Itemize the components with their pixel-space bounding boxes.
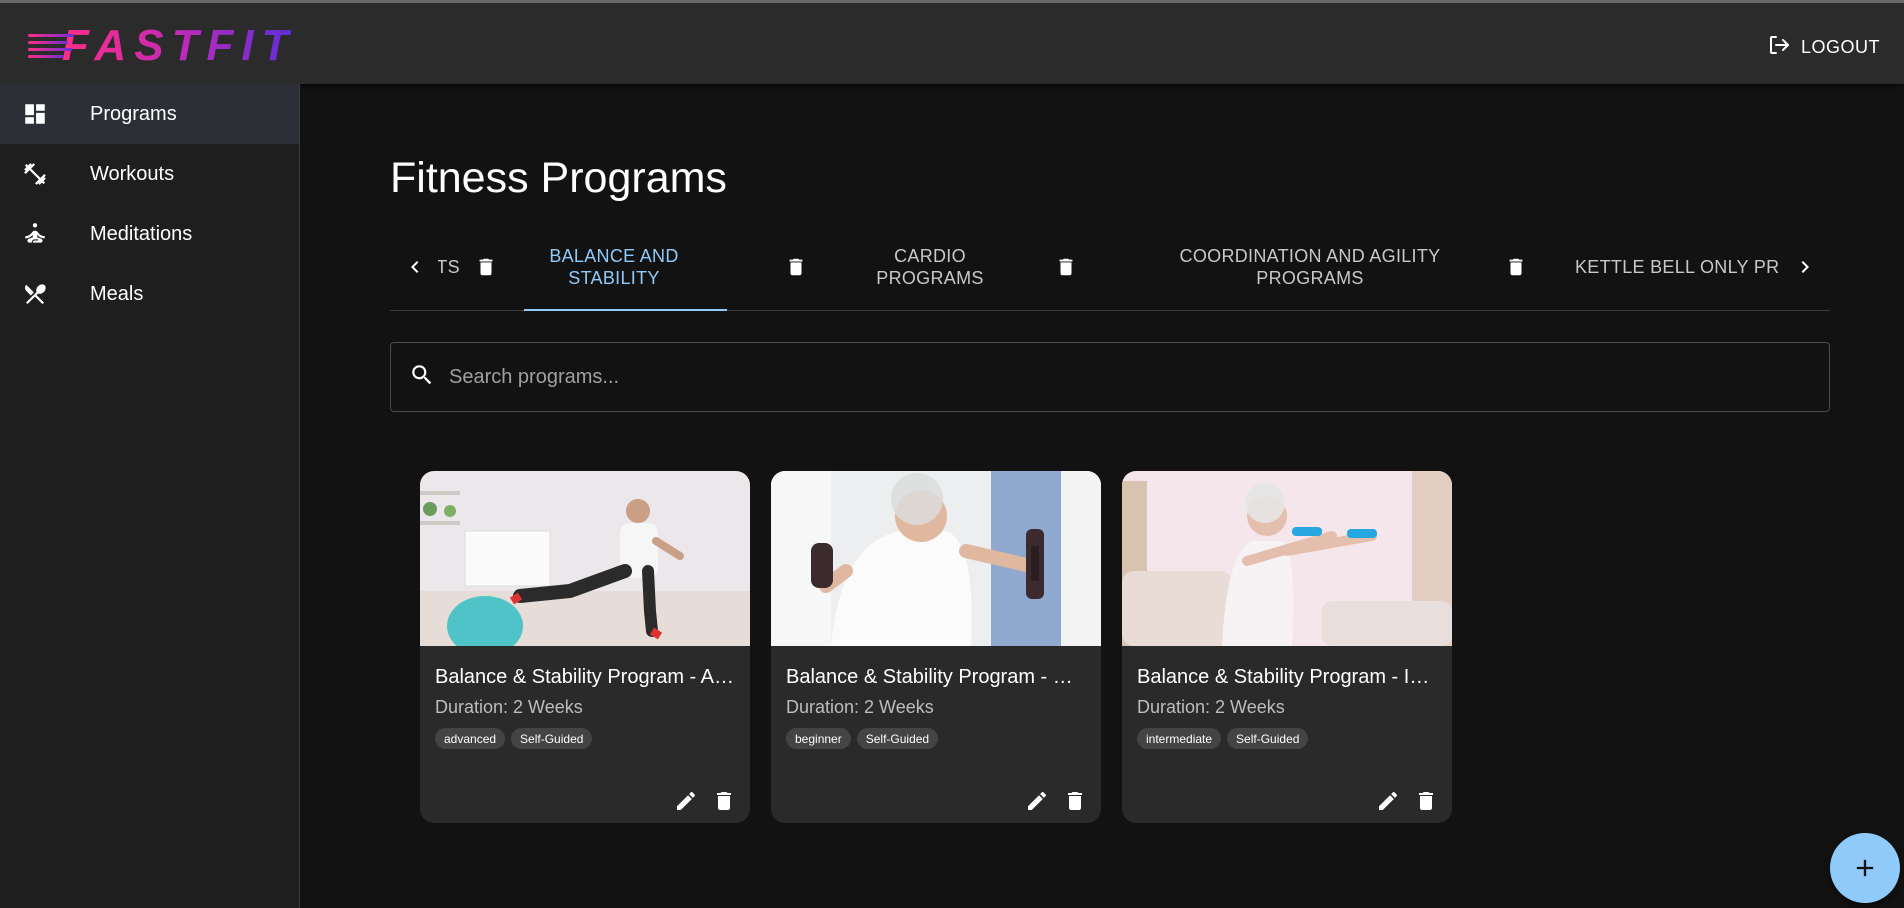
- delete-category-button[interactable]: [475, 256, 497, 278]
- sidebar-item-label: Meditations: [90, 222, 193, 245]
- sidebar-item-programs[interactable]: Programs: [0, 84, 299, 144]
- delete-program-button[interactable]: [712, 789, 736, 813]
- search-field[interactable]: [390, 342, 1830, 412]
- program-image: [1122, 471, 1452, 646]
- tab-cardio-programs[interactable]: CARDIO PROGRAMS: [855, 224, 1005, 310]
- tab-partial[interactable]: TS: [438, 224, 460, 310]
- sidebar-item-meditations[interactable]: Meditations: [0, 204, 299, 264]
- search-input[interactable]: [449, 365, 1749, 389]
- program-title: Balance & Stability Program - Intermedia…: [1137, 666, 1437, 688]
- pencil-icon: [1379, 791, 1398, 810]
- logout-button[interactable]: LOGOUT: [1767, 33, 1880, 62]
- meditation-icon: [22, 221, 48, 247]
- sidebar: Programs Workouts Meditations Meals: [0, 84, 300, 908]
- sidebar-item-meals[interactable]: Meals: [0, 264, 299, 324]
- logout-icon: [1767, 33, 1791, 62]
- sidebar-item-label: Meals: [90, 282, 144, 305]
- tabs-scroll-right-button[interactable]: [1788, 250, 1822, 284]
- add-program-button[interactable]: [1830, 833, 1900, 903]
- tab-kettle-bell-only-programs[interactable]: KETTLE BELL ONLY PRO: [1575, 224, 1780, 310]
- trash-icon: [1059, 258, 1073, 276]
- delete-category-button[interactable]: [1505, 256, 1527, 278]
- dashboard-icon: [22, 101, 48, 127]
- edit-program-button[interactable]: [1376, 789, 1400, 813]
- trash-icon: [1419, 792, 1433, 810]
- tab-coordination-and-agility-programs[interactable]: COORDINATION AND AGILITY PROGRAMS: [1170, 224, 1450, 310]
- search-icon: [409, 362, 435, 393]
- program-duration: Duration: 2 Weeks: [786, 697, 934, 717]
- level-chip: advanced: [435, 728, 506, 749]
- chevron-left-icon: [411, 261, 419, 273]
- trash-icon: [789, 258, 803, 276]
- type-chip: Self-Guided: [1227, 728, 1309, 749]
- edit-program-button[interactable]: [674, 789, 698, 813]
- edit-program-button[interactable]: [1025, 789, 1049, 813]
- trash-icon: [1068, 792, 1082, 810]
- program-duration: Duration: 2 Weeks: [435, 697, 583, 717]
- plus-icon: [1856, 859, 1874, 877]
- program-image: [771, 471, 1101, 646]
- program-duration: Duration: 2 Weeks: [1137, 697, 1285, 717]
- chevron-right-icon: [1801, 261, 1809, 273]
- program-card[interactable]: Balance & Stability Program - Intermedia…: [1122, 471, 1452, 823]
- fastfit-logo[interactable]: FASTFIT: [28, 21, 296, 71]
- level-chip: beginner: [786, 728, 851, 749]
- delete-category-button[interactable]: [785, 256, 807, 278]
- sidebar-item-label: Programs: [90, 102, 177, 125]
- program-image: [420, 471, 750, 646]
- delete-category-button[interactable]: [1055, 256, 1077, 278]
- program-title: Balance & Stability Program - Advanced: [435, 666, 735, 688]
- active-tab-indicator: [524, 309, 727, 311]
- type-chip: Self-Guided: [856, 728, 939, 749]
- program-card[interactable]: Balance & Stability Program - Advanced D…: [420, 471, 750, 823]
- pencil-icon: [1028, 791, 1047, 810]
- sidebar-item-label: Workouts: [90, 162, 175, 185]
- utensils-icon: [22, 281, 48, 307]
- top-app-bar: FASTFIT LOGOUT: [0, 0, 1904, 84]
- category-tabs: TS BALANCE AND STABILITY CARDIO PROGRAMS…: [390, 224, 1830, 311]
- page-title: Fitness Programs: [390, 154, 727, 202]
- tabs-scroll-left-button[interactable]: [398, 250, 432, 284]
- dumbbell-icon: [22, 161, 48, 187]
- pencil-icon: [677, 791, 696, 810]
- trash-icon: [479, 258, 493, 276]
- delete-program-button[interactable]: [1414, 789, 1438, 813]
- delete-program-button[interactable]: [1063, 789, 1087, 813]
- program-title: Balance & Stability Program - Beginner: [786, 666, 1086, 688]
- trash-icon: [1509, 258, 1523, 276]
- sidebar-item-workouts[interactable]: Workouts: [0, 144, 299, 204]
- trash-icon: [717, 792, 731, 810]
- program-card[interactable]: Balance & Stability Program - Beginner D…: [771, 471, 1101, 823]
- logout-label: LOGOUT: [1800, 37, 1880, 57]
- logo-text: FASTFIT: [62, 21, 297, 70]
- logo-speed-lines: [28, 28, 76, 64]
- program-card-grid: Balance & Stability Program - Advanced D…: [420, 471, 1452, 823]
- type-chip: Self-Guided: [511, 728, 593, 749]
- tab-balance-and-stability[interactable]: BALANCE AND STABILITY: [524, 224, 704, 310]
- level-chip: intermediate: [1137, 728, 1222, 749]
